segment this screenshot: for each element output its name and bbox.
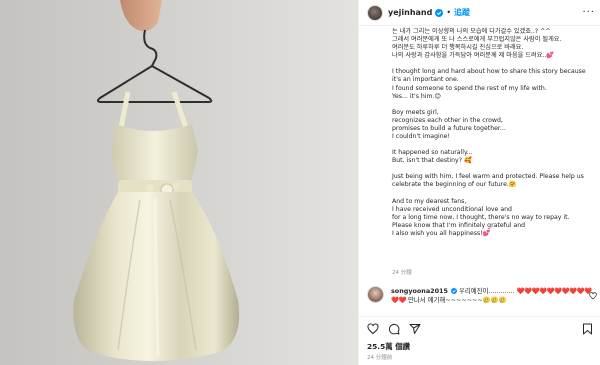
bookmark-icon[interactable] — [582, 323, 593, 335]
caption-paragraph-1: I thought long and hard about how to sha… — [392, 68, 586, 100]
post-side-panel: yejinhand • 追蹤 ··· 는 내가 그리는 이상향의 나의 모습에 … — [358, 0, 600, 365]
like-count[interactable]: 25.5萬 個讚 — [367, 341, 410, 352]
caption-paragraph-4: Just being with him, I feel warm and pro… — [392, 173, 584, 189]
comment-text: songyoona2015 우리예진이............. ❤️❤️❤️❤… — [391, 287, 597, 305]
post-header: yejinhand • 追蹤 ··· — [359, 0, 600, 26]
action-bar — [359, 316, 600, 340]
author-avatar[interactable] — [367, 4, 383, 21]
more-options-icon[interactable]: ··· — [582, 7, 595, 18]
caption-timestamp: 24 分鐘 — [392, 270, 412, 276]
post-timestamp: 24 分鐘前 — [367, 355, 393, 361]
comment-icon[interactable] — [388, 323, 400, 335]
follow-button[interactable]: 追蹤 — [454, 7, 470, 18]
commenter-verified-icon — [450, 287, 457, 294]
comment-text-end: 만나서 얘기해~~~~~~~🥲🥲🥲 — [407, 296, 507, 304]
post-caption: 는 내가 그리는 이상향의 나의 모습에 다가갈수 있겠죠..? ^^ 그래서 … — [392, 28, 596, 238]
share-icon[interactable] — [409, 323, 421, 335]
verified-badge-icon — [435, 8, 444, 17]
wedding-dress-illustration — [0, 0, 358, 365]
post-photo[interactable] — [0, 0, 358, 365]
caption-paragraph-2: Boy meets girl, recognizes each other in… — [392, 108, 506, 141]
commenter-username[interactable]: songyoona2015 — [391, 287, 448, 295]
caption-korean: 는 내가 그리는 이상향의 나의 모습에 다가갈수 있겠죠..? ^^ 그래서 … — [392, 28, 562, 60]
caption-paragraph-3: It happened so naturally... But, isn't t… — [392, 149, 473, 165]
like-icon[interactable] — [367, 322, 379, 335]
comment-like-icon[interactable] — [589, 292, 597, 300]
caption-paragraph-5: And to my dearest fans, I have received … — [392, 197, 570, 237]
header-separator: • — [446, 8, 452, 17]
comment-text-start: 우리예진이............. — [459, 287, 515, 295]
author-username[interactable]: yejinhand — [388, 8, 432, 17]
commenter-avatar[interactable] — [367, 286, 384, 303]
